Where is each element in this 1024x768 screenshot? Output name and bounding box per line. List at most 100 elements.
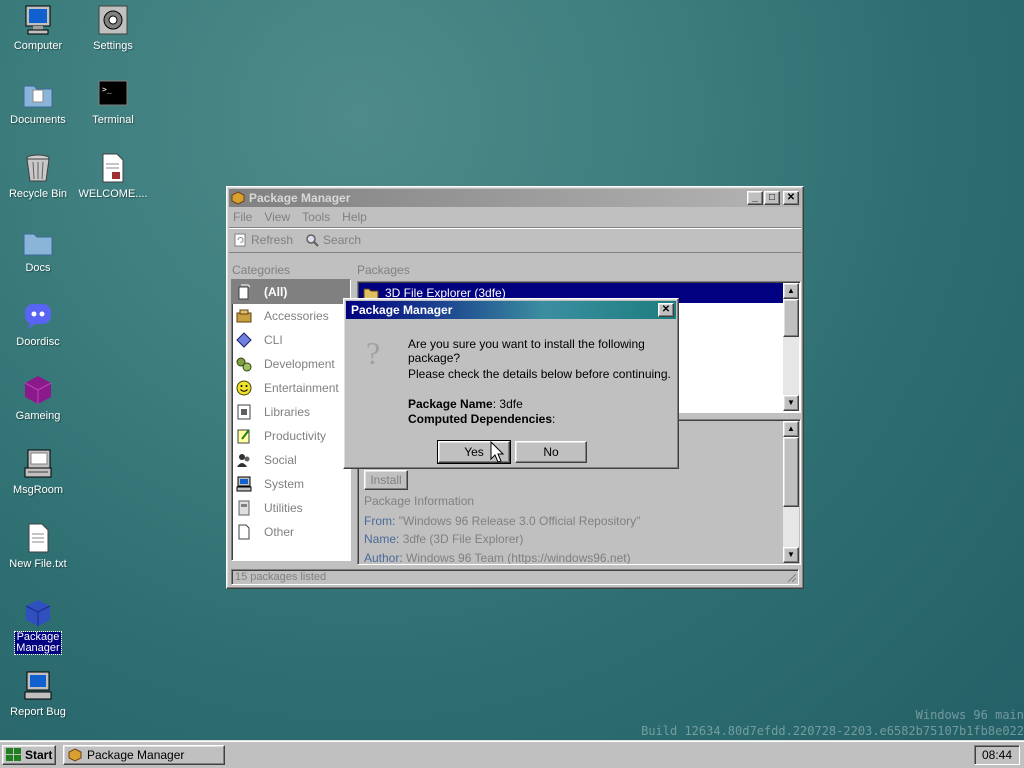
- desktop-icon-label: Doordisc: [16, 336, 60, 348]
- search-button[interactable]: Search: [305, 233, 361, 247]
- desktop-icon-label: Recycle Bin: [8, 188, 68, 200]
- cli-icon: [236, 332, 252, 348]
- search-label: Search: [323, 233, 362, 247]
- menu-help[interactable]: Help: [342, 210, 367, 224]
- dialog-close-button[interactable]: ✕: [658, 303, 674, 317]
- refresh-button[interactable]: Refresh: [233, 233, 293, 247]
- category-productivity[interactable]: Productivity: [232, 424, 350, 448]
- desktop-icon-documents[interactable]: Documents: [1, 78, 75, 126]
- info-key: Name:: [364, 532, 400, 546]
- install-button[interactable]: Install: [364, 470, 408, 490]
- desktop-icon-label: New File.txt: [9, 558, 67, 570]
- desktop-icon-label: WELCOME....: [78, 188, 148, 200]
- productivity-icon: [237, 429, 250, 444]
- desktop-icon-label: Settings: [93, 40, 133, 52]
- report-bug-icon: [22, 670, 54, 702]
- desktop-icon-terminal[interactable]: >_ Terminal: [76, 78, 150, 126]
- category-label: Productivity: [264, 429, 327, 443]
- taskbar: Start Package Manager 08:44: [0, 740, 1024, 768]
- question-icon: ?: [366, 335, 381, 371]
- menu-view[interactable]: View: [264, 210, 290, 224]
- scroll-down-arrow-icon[interactable]: ▼: [783, 395, 799, 411]
- category-label: System: [264, 477, 305, 491]
- dialog-message-1: Are you sure you want to install the fol…: [408, 337, 645, 365]
- desktop-icon-label: Documents: [10, 114, 66, 126]
- dialog-titlebar[interactable]: Package Manager ✕: [346, 301, 676, 319]
- start-label: Start: [25, 748, 53, 762]
- category-other[interactable]: Other: [232, 520, 350, 544]
- category-utilities[interactable]: Utilities: [232, 496, 350, 520]
- scroll-thumb[interactable]: [783, 299, 799, 337]
- packages-scrollbar[interactable]: ▲ ▼: [783, 283, 799, 411]
- desktop-icon-welcome[interactable]: WELCOME....: [76, 152, 150, 200]
- start-logo-icon: [6, 748, 21, 761]
- desktop-icon-report-bug[interactable]: Report Bug: [1, 670, 75, 718]
- scroll-down-arrow-icon[interactable]: ▼: [783, 547, 799, 563]
- desktop-icon-computer[interactable]: Computer: [1, 4, 75, 52]
- recycle-bin-icon: [22, 152, 54, 184]
- development-icon: [236, 357, 252, 372]
- category-label: CLI: [264, 333, 283, 347]
- desktop-icon-settings[interactable]: Settings: [76, 4, 150, 52]
- no-button[interactable]: No: [515, 441, 587, 463]
- details-scrollbar[interactable]: ▲ ▼: [783, 421, 799, 563]
- menu-tools[interactable]: Tools: [302, 210, 330, 224]
- desktop-icon-label: Terminal: [92, 114, 134, 126]
- status-text: 15 packages listed: [235, 571, 327, 583]
- accessories-icon: [236, 309, 252, 323]
- desktop-icon-package-manager[interactable]: Package Manager: [1, 596, 75, 655]
- window-titlebar[interactable]: Package Manager _ □ ✕: [229, 189, 801, 207]
- desktop-icon-recycle-bin[interactable]: Recycle Bin: [1, 152, 75, 200]
- scroll-thumb[interactable]: [783, 437, 799, 507]
- package-icon: [231, 191, 245, 205]
- minimize-button[interactable]: _: [747, 191, 763, 205]
- refresh-label: Refresh: [251, 233, 294, 247]
- computer-icon: [22, 4, 54, 36]
- start-button[interactable]: Start: [2, 745, 56, 765]
- package-name-key: Package Name: [408, 397, 493, 411]
- category-entertainment[interactable]: Entertainment: [232, 376, 350, 400]
- category-label: Other: [264, 525, 295, 539]
- desktop-icon-gameing[interactable]: Gameing: [1, 374, 75, 422]
- search-icon: [306, 234, 319, 247]
- category-cli[interactable]: CLI: [232, 328, 350, 352]
- system-icon: [236, 476, 252, 492]
- desktop-icon-doordisc[interactable]: Doordisc: [1, 300, 75, 348]
- desktop-icon-label: Docs: [25, 262, 51, 274]
- taskbar-item-package-manager[interactable]: Package Manager: [63, 745, 225, 765]
- terminal-icon: >_: [97, 78, 129, 110]
- category-libraries[interactable]: Libraries: [232, 400, 350, 424]
- cube-icon: [22, 374, 54, 406]
- resize-grip-icon[interactable]: [785, 571, 797, 583]
- desktop-icon-label: Package Manager: [14, 631, 62, 655]
- category-label: Accessories: [264, 309, 329, 323]
- menu-file[interactable]: File: [233, 210, 252, 224]
- category-label: Social: [264, 453, 297, 467]
- desktop-icon-docs[interactable]: Docs: [1, 226, 75, 274]
- category-development[interactable]: Development: [232, 352, 350, 376]
- maximize-button[interactable]: □: [764, 191, 780, 205]
- mouse-cursor-icon: [490, 441, 504, 463]
- info-author: Author: Windows 96 Team (https://windows…: [364, 551, 631, 564]
- category-label: Entertainment: [264, 381, 339, 395]
- scroll-up-arrow-icon[interactable]: ▲: [783, 421, 799, 437]
- category-social[interactable]: Social: [232, 448, 350, 472]
- folder-icon: [22, 78, 54, 110]
- build-watermark-build: Build 12634.80d7efdd.220728-2203.e6582b7…: [641, 724, 1024, 738]
- document-icon: [97, 152, 129, 184]
- package-name-value: : 3dfe: [492, 397, 523, 411]
- close-button[interactable]: ✕: [783, 191, 799, 205]
- dependencies-value: :: [552, 412, 556, 426]
- desktop-icon-msgroom[interactable]: MsgRoom: [1, 448, 75, 496]
- category-system[interactable]: System: [232, 472, 350, 496]
- scroll-up-arrow-icon[interactable]: ▲: [783, 283, 799, 299]
- info-from: From: "Windows 96 Release 3.0 Official R…: [364, 514, 640, 528]
- category-all[interactable]: (All): [232, 280, 350, 304]
- info-name: Name: 3dfe (3D File Explorer): [364, 532, 523, 546]
- categories-list: (All) Accessories CLI Development Entert…: [231, 279, 351, 561]
- desktop-icon-new-file[interactable]: New File.txt: [1, 522, 75, 570]
- category-label: Development: [264, 357, 335, 371]
- all-icon: [238, 284, 251, 300]
- category-accessories[interactable]: Accessories: [232, 304, 350, 328]
- dialog-dependencies: Computed Dependencies:: [408, 412, 555, 426]
